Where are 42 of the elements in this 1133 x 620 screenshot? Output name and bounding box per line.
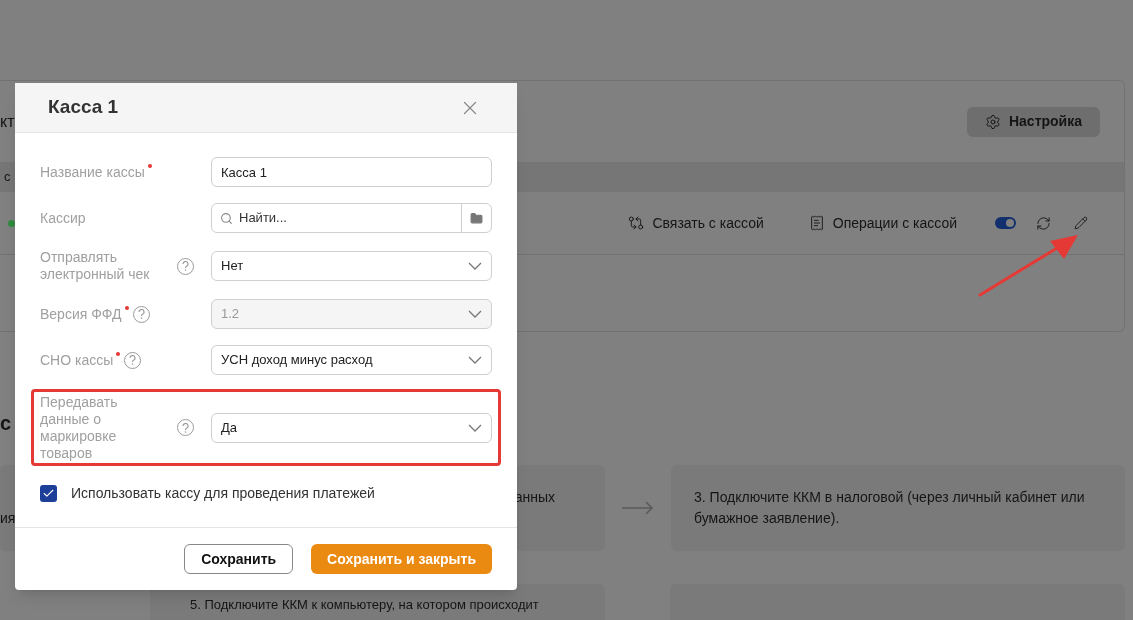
required-mark xyxy=(124,306,129,310)
link-arrows-icon xyxy=(628,215,645,231)
column-header: с xyxy=(3,168,11,187)
field-label: Версия ФФД xyxy=(40,305,122,323)
toggle-switch[interactable] xyxy=(995,217,1016,229)
field-label: Передавать данные о маркировке товаров xyxy=(40,393,119,462)
action-link[interactable]: Операции с кассой xyxy=(808,212,957,234)
chevron-down-icon xyxy=(468,356,482,364)
section-title: с xyxy=(0,411,12,436)
search-icon xyxy=(220,211,233,225)
field-label: СНО кассы xyxy=(40,351,114,369)
settings-icon xyxy=(984,113,1001,130)
panel-title: кт xyxy=(0,111,15,132)
chevron-down-icon xyxy=(468,310,482,318)
select-field[interactable]: Да xyxy=(211,412,492,443)
chevron-down-icon xyxy=(468,262,482,270)
field-label: Кассир xyxy=(40,209,86,227)
step-text: ия xyxy=(0,509,17,528)
field-label: Название кассы xyxy=(40,163,145,181)
step-text: 5. Подключите ККМ к компьютеру, на котором происходит xyxy=(190,597,539,612)
search-field[interactable]: Найти... xyxy=(211,203,492,233)
text-field[interactable]: Касса 1 xyxy=(211,157,492,187)
required-mark xyxy=(147,164,152,168)
search-input[interactable]: Найти... xyxy=(239,208,439,228)
checkbox[interactable] xyxy=(40,485,57,502)
chevron-down-icon xyxy=(468,423,482,432)
settings-button[interactable]: Настройка xyxy=(966,106,1100,137)
dialog-title: Касса 1 xyxy=(48,95,119,120)
checkbox-label: Использовать кассу для проведения платежей xyxy=(71,484,375,503)
select-field[interactable]: Нет xyxy=(211,251,492,281)
receipt-icon xyxy=(808,215,825,231)
refresh-icon[interactable] xyxy=(1036,215,1051,231)
edit-icon[interactable] xyxy=(1074,216,1088,230)
action-link[interactable]: Связать с кассой xyxy=(628,212,764,234)
check-icon xyxy=(42,487,55,500)
save-button[interactable]: Сохранить xyxy=(184,544,294,574)
select-field[interactable]: УСН доход минус расход xyxy=(211,345,492,375)
arrow-right-icon xyxy=(622,501,654,515)
step-text: 3. Подключите ККМ в налоговой (через личный кабинет или бумажное заявление). xyxy=(694,488,1086,528)
folder-icon xyxy=(470,211,483,225)
field-label: Отправлять электронный чек xyxy=(40,249,151,283)
required-mark xyxy=(116,352,121,356)
